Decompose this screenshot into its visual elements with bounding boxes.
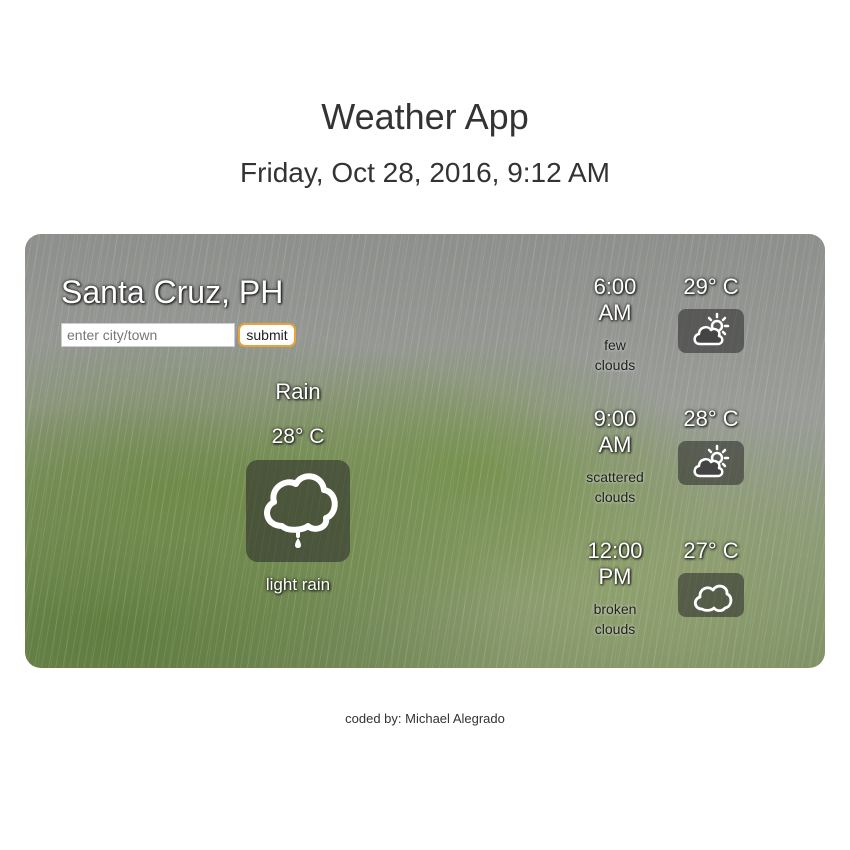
forecast-desc-line: clouds [594, 621, 636, 637]
forecast-time-period: AM [598, 300, 632, 325]
forecast-desc-line: scattered [586, 469, 644, 485]
weather-card: Santa Cruz, PH submit Rain 28° C light r… [25, 234, 825, 668]
rain-cloud-icon [264, 473, 338, 548]
current-weather-icon-box [246, 460, 350, 562]
forecast-time-period: PM [598, 564, 632, 589]
forecast-icon-box [678, 441, 744, 485]
city-search-input[interactable] [61, 323, 235, 347]
forecast-time-hour: 12:00 [587, 538, 643, 563]
submit-button[interactable]: submit [238, 323, 296, 347]
forecast-description: scattered clouds [575, 467, 655, 507]
forecast-time: 6:00 AM [575, 274, 655, 326]
forecast-icon-box [678, 309, 744, 353]
forecast-desc-line: few [604, 337, 626, 353]
forecast-time: 9:00 AM [575, 406, 655, 458]
current-description: light rain [265, 575, 331, 594]
forecast-desc-line: broken [593, 601, 637, 617]
app-title: Weather App [321, 96, 529, 137]
current-datetime: Friday, Oct 28, 2016, 9:12 AM [240, 157, 610, 188]
forecast-temperature: 28° C [683, 406, 739, 431]
forecast-desc-line: clouds [594, 357, 636, 373]
current-temperature: 28° C [271, 425, 325, 448]
partly-cloudy-icon [693, 312, 730, 346]
current-condition: Rain [275, 379, 321, 404]
forecast-description: few clouds [575, 335, 655, 375]
forecast-temperature: 29° C [683, 274, 739, 299]
cloud-icon [693, 584, 733, 613]
footer-credit: coded by: Michael Alegrado [345, 711, 505, 726]
forecast-temperature: 27° C [683, 538, 739, 563]
forecast-icon-box [678, 573, 744, 617]
forecast-time-hour: 9:00 [593, 406, 637, 431]
forecast-desc-line: clouds [594, 489, 636, 505]
forecast-time-hour: 6:00 [593, 274, 637, 299]
partly-cloudy-icon [693, 444, 730, 478]
forecast-description: broken clouds [575, 599, 655, 639]
forecast-time: 12:00 PM [575, 538, 655, 590]
city-name: Santa Cruz, PH [61, 274, 284, 310]
forecast-time-period: AM [598, 432, 632, 457]
